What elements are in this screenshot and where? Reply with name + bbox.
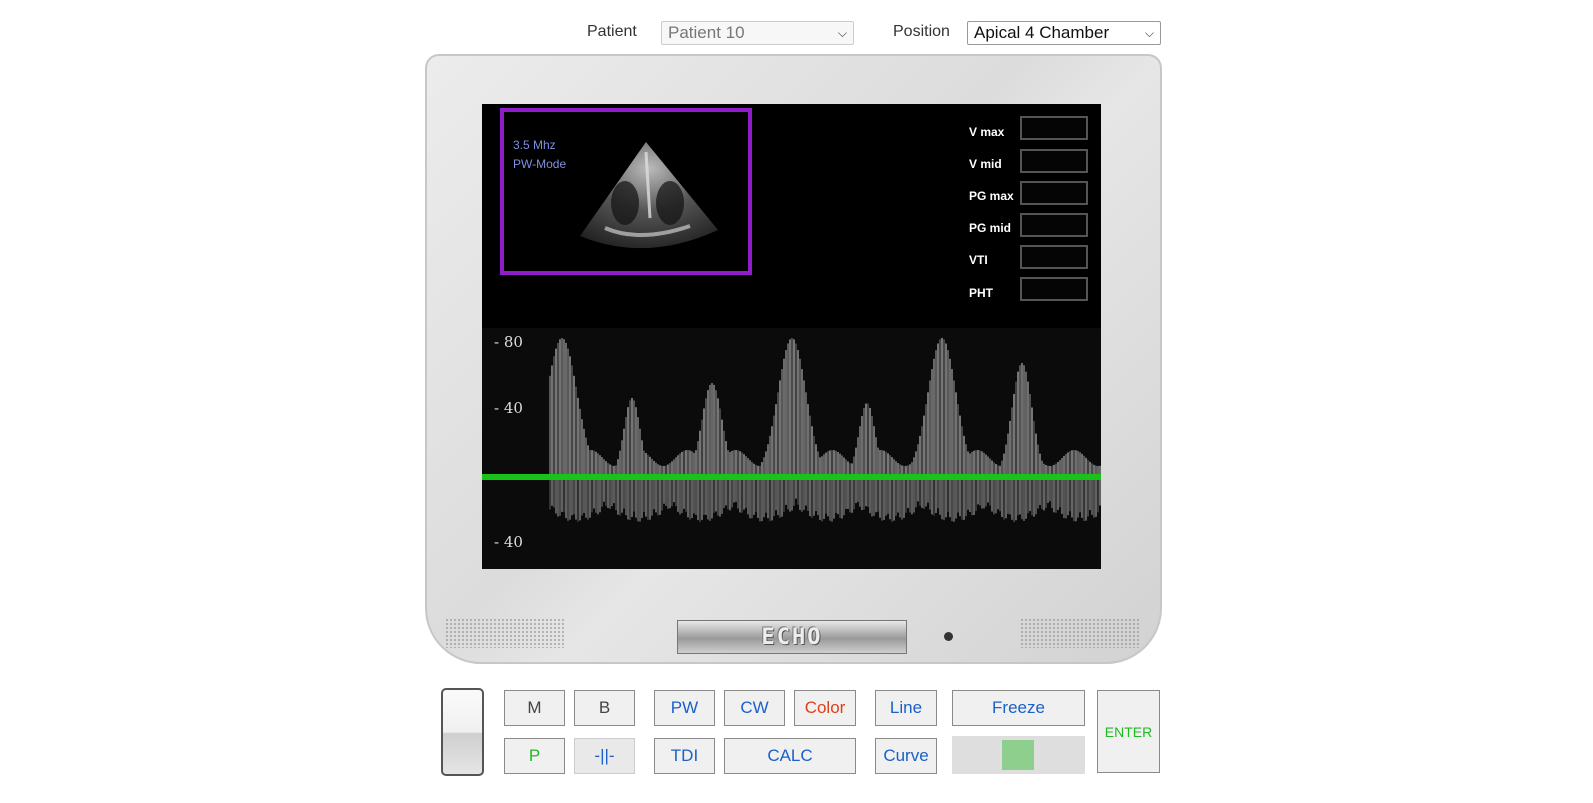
position-select[interactable]: Apical 4 Chamber ⌵ (967, 21, 1161, 45)
pg-mid-label: PG mid (969, 221, 1012, 235)
echo-sector-image (580, 142, 718, 249)
power-led (944, 632, 953, 641)
patient-label: Patient (587, 23, 637, 40)
freeze-indicator-light (1002, 740, 1034, 770)
vti-field (1020, 245, 1088, 269)
echo-logo: ECHO (677, 620, 907, 654)
doppler-spectrum: - 80 - 40 - 40 (482, 328, 1101, 569)
scale-label-80: - 80 (494, 333, 523, 351)
right-speaker-grille (1020, 618, 1140, 648)
scale-label-40-top: - 40 (494, 399, 523, 417)
doppler-waveform (549, 338, 1101, 522)
p-button[interactable]: P (504, 738, 565, 774)
m-mode-button[interactable]: M (504, 690, 565, 726)
left-speaker-grille (445, 618, 565, 648)
pg-max-field (1020, 181, 1088, 205)
enter-button[interactable]: ENTER (1097, 690, 1160, 773)
chevron-down-icon: ⌵ (1144, 25, 1154, 40)
b-mode-button[interactable]: B (574, 690, 635, 726)
pht-field (1020, 277, 1088, 301)
pw-mode-button[interactable]: PW (654, 690, 715, 726)
freeze-indicator-panel (952, 736, 1085, 774)
pg-max-label: PG max (969, 189, 1014, 203)
pht-label: PHT (969, 286, 993, 300)
vti-label: VTI (969, 253, 988, 267)
curve-button[interactable]: Curve (875, 738, 937, 774)
freeze-button[interactable]: Freeze (952, 690, 1085, 726)
position-select-value: Apical 4 Chamber (974, 23, 1110, 42)
chevron-down-icon: ⌵ (837, 25, 847, 40)
tdi-button[interactable]: TDI (654, 738, 715, 774)
v-max-field (1020, 116, 1088, 140)
baseline-line (482, 474, 1101, 480)
ultrasound-screen: 3.5 Mhz PW-Mode V max V mid PG max PG mi… (482, 104, 1101, 569)
color-mode-button[interactable]: Color (794, 690, 856, 726)
b-mode-preview: 3.5 Mhz PW-Mode (500, 108, 752, 275)
caliper-button[interactable]: -||- (574, 738, 635, 774)
pg-mid-field (1020, 213, 1088, 237)
v-mid-field (1020, 149, 1088, 173)
v-mid-label: V mid (969, 157, 1002, 171)
patient-select[interactable]: Patient 10 ⌵ (661, 21, 854, 45)
power-toggle-switch[interactable] (441, 688, 484, 776)
line-button[interactable]: Line (875, 690, 937, 726)
cw-mode-button[interactable]: CW (724, 690, 785, 726)
v-max-label: V max (969, 125, 1005, 139)
scale-label-40-bottom: - 40 (494, 533, 523, 551)
position-label: Position (893, 23, 950, 40)
patient-select-value: Patient 10 (668, 23, 745, 42)
calc-button[interactable]: CALC (724, 738, 856, 774)
